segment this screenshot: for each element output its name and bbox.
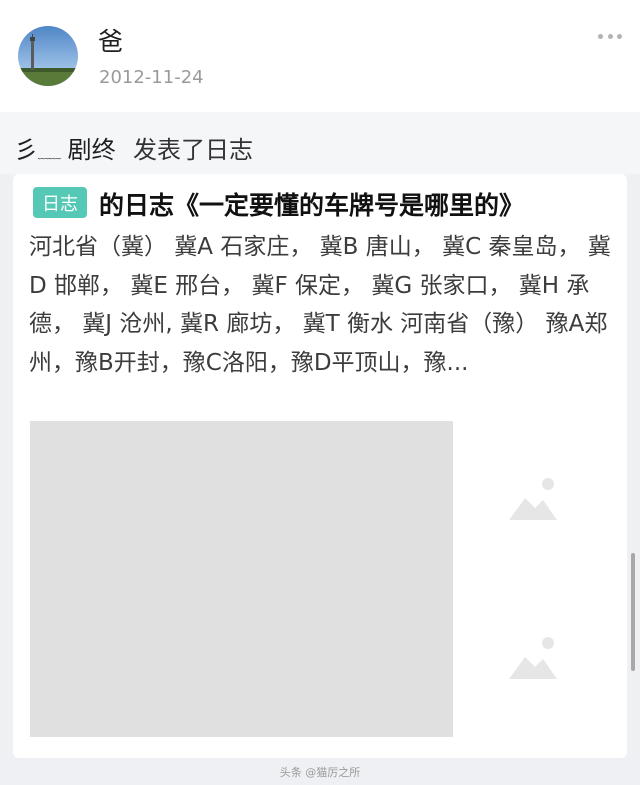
blog-tag: 日志 — [33, 187, 87, 218]
dot — [617, 33, 622, 39]
dot — [607, 33, 613, 39]
post-header: 爸 2012-11-24 — [0, 0, 640, 112]
more-dots-icon[interactable] — [598, 32, 622, 40]
blog-card[interactable]: 日志 的日志《一定要懂的车牌号是哪里的》 河北省（冀） 冀A 石家庄， 冀B 唐… — [13, 174, 627, 758]
image-placeholder-icon — [509, 478, 557, 520]
share-user-name[interactable]: 彡﹏﹏ 剧终 — [14, 130, 116, 165]
post-date: 2012-11-24 — [99, 67, 204, 88]
dot — [598, 33, 603, 39]
share-user-prefix: 彡 — [14, 136, 38, 164]
image-placeholder-icon — [509, 637, 557, 679]
watermark: 头条 @猫厉之所 — [279, 766, 361, 779]
scrollbar[interactable] — [631, 553, 635, 671]
author-name[interactable]: 爸 — [98, 22, 123, 58]
blog-excerpt: 河北省（冀） 冀A 石家庄， 冀B 唐山， 冀C 秦皇岛， 冀D 邯郸， 冀E … — [29, 234, 611, 376]
avatar-image — [18, 26, 78, 86]
share-line: 彡﹏﹏ 剧终 发表了日志 — [0, 112, 640, 174]
share-user-suffix: 剧终 — [67, 136, 116, 164]
share-action: 发表了日志 — [133, 136, 253, 164]
blog-title[interactable]: 的日志《一定要懂的车牌号是哪里的》 — [99, 186, 524, 222]
avatar[interactable] — [18, 26, 78, 86]
blog-image-placeholder[interactable] — [30, 421, 453, 737]
share-user-wave: ﹏﹏ — [38, 147, 61, 161]
